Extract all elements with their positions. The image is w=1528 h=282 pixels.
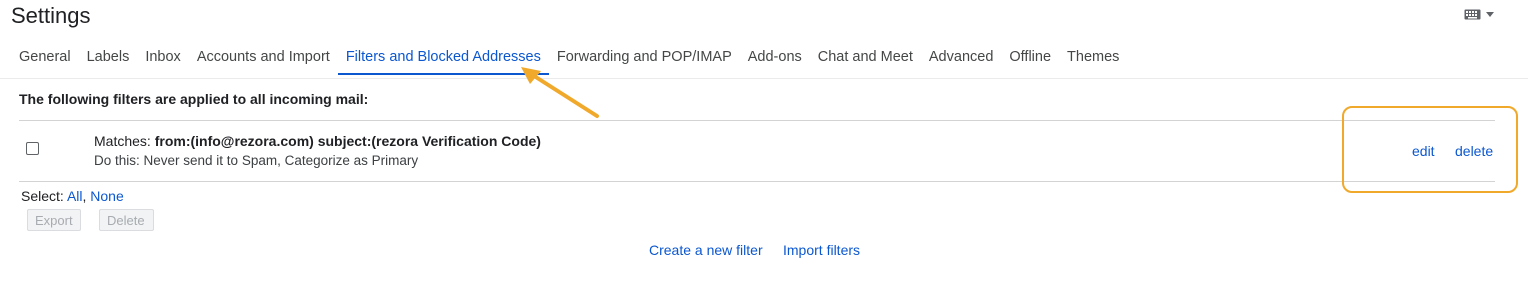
filter-criteria: Matches: from:(info@rezora.com) subject:… [94, 133, 541, 149]
tab-themes[interactable]: Themes [1059, 46, 1127, 75]
filter-criteria-value: from:(info@rezora.com) subject:(rezora V… [154, 133, 541, 149]
filter-action: Do this: Never send it to Spam, Categori… [94, 153, 419, 168]
input-tools-button[interactable] [1464, 9, 1494, 20]
select-none-link[interactable]: None [90, 188, 123, 204]
tab-chat-and-meet[interactable]: Chat and Meet [810, 46, 921, 75]
filter-list-bottom-divider [19, 181, 1495, 182]
page-title: Settings [11, 3, 91, 28]
keyboard-icon [1464, 9, 1481, 20]
annotation-arrow [521, 67, 599, 118]
tab-general[interactable]: General [11, 46, 79, 75]
tab-accounts-and-import[interactable]: Accounts and Import [189, 46, 338, 75]
caret-down-icon [1486, 12, 1494, 17]
select-label: Select: [21, 188, 64, 204]
tab-add-ons[interactable]: Add-ons [740, 46, 810, 75]
tab-labels[interactable]: Labels [79, 46, 138, 75]
matches-label: Matches: [94, 133, 151, 149]
filters-intro: The following filters are applied to all… [19, 91, 369, 107]
import-filters-link[interactable]: Import filters [783, 242, 860, 258]
filter-list-top-divider [19, 120, 1495, 121]
delete-selected-button[interactable]: Delete [99, 209, 154, 231]
filter-checkbox[interactable] [26, 142, 39, 155]
select-separator: , [82, 188, 87, 204]
tabs-divider [0, 78, 1528, 79]
create-filter-link[interactable]: Create a new filter [649, 242, 763, 258]
tab-inbox[interactable]: Inbox [137, 46, 188, 75]
select-all-link[interactable]: All [67, 188, 83, 204]
annotation-highlight-box [1342, 106, 1518, 193]
select-row: Select: All, None [21, 188, 124, 204]
export-button[interactable]: Export [27, 209, 81, 231]
tab-offline[interactable]: Offline [1001, 46, 1059, 75]
tab-advanced[interactable]: Advanced [921, 46, 1002, 75]
